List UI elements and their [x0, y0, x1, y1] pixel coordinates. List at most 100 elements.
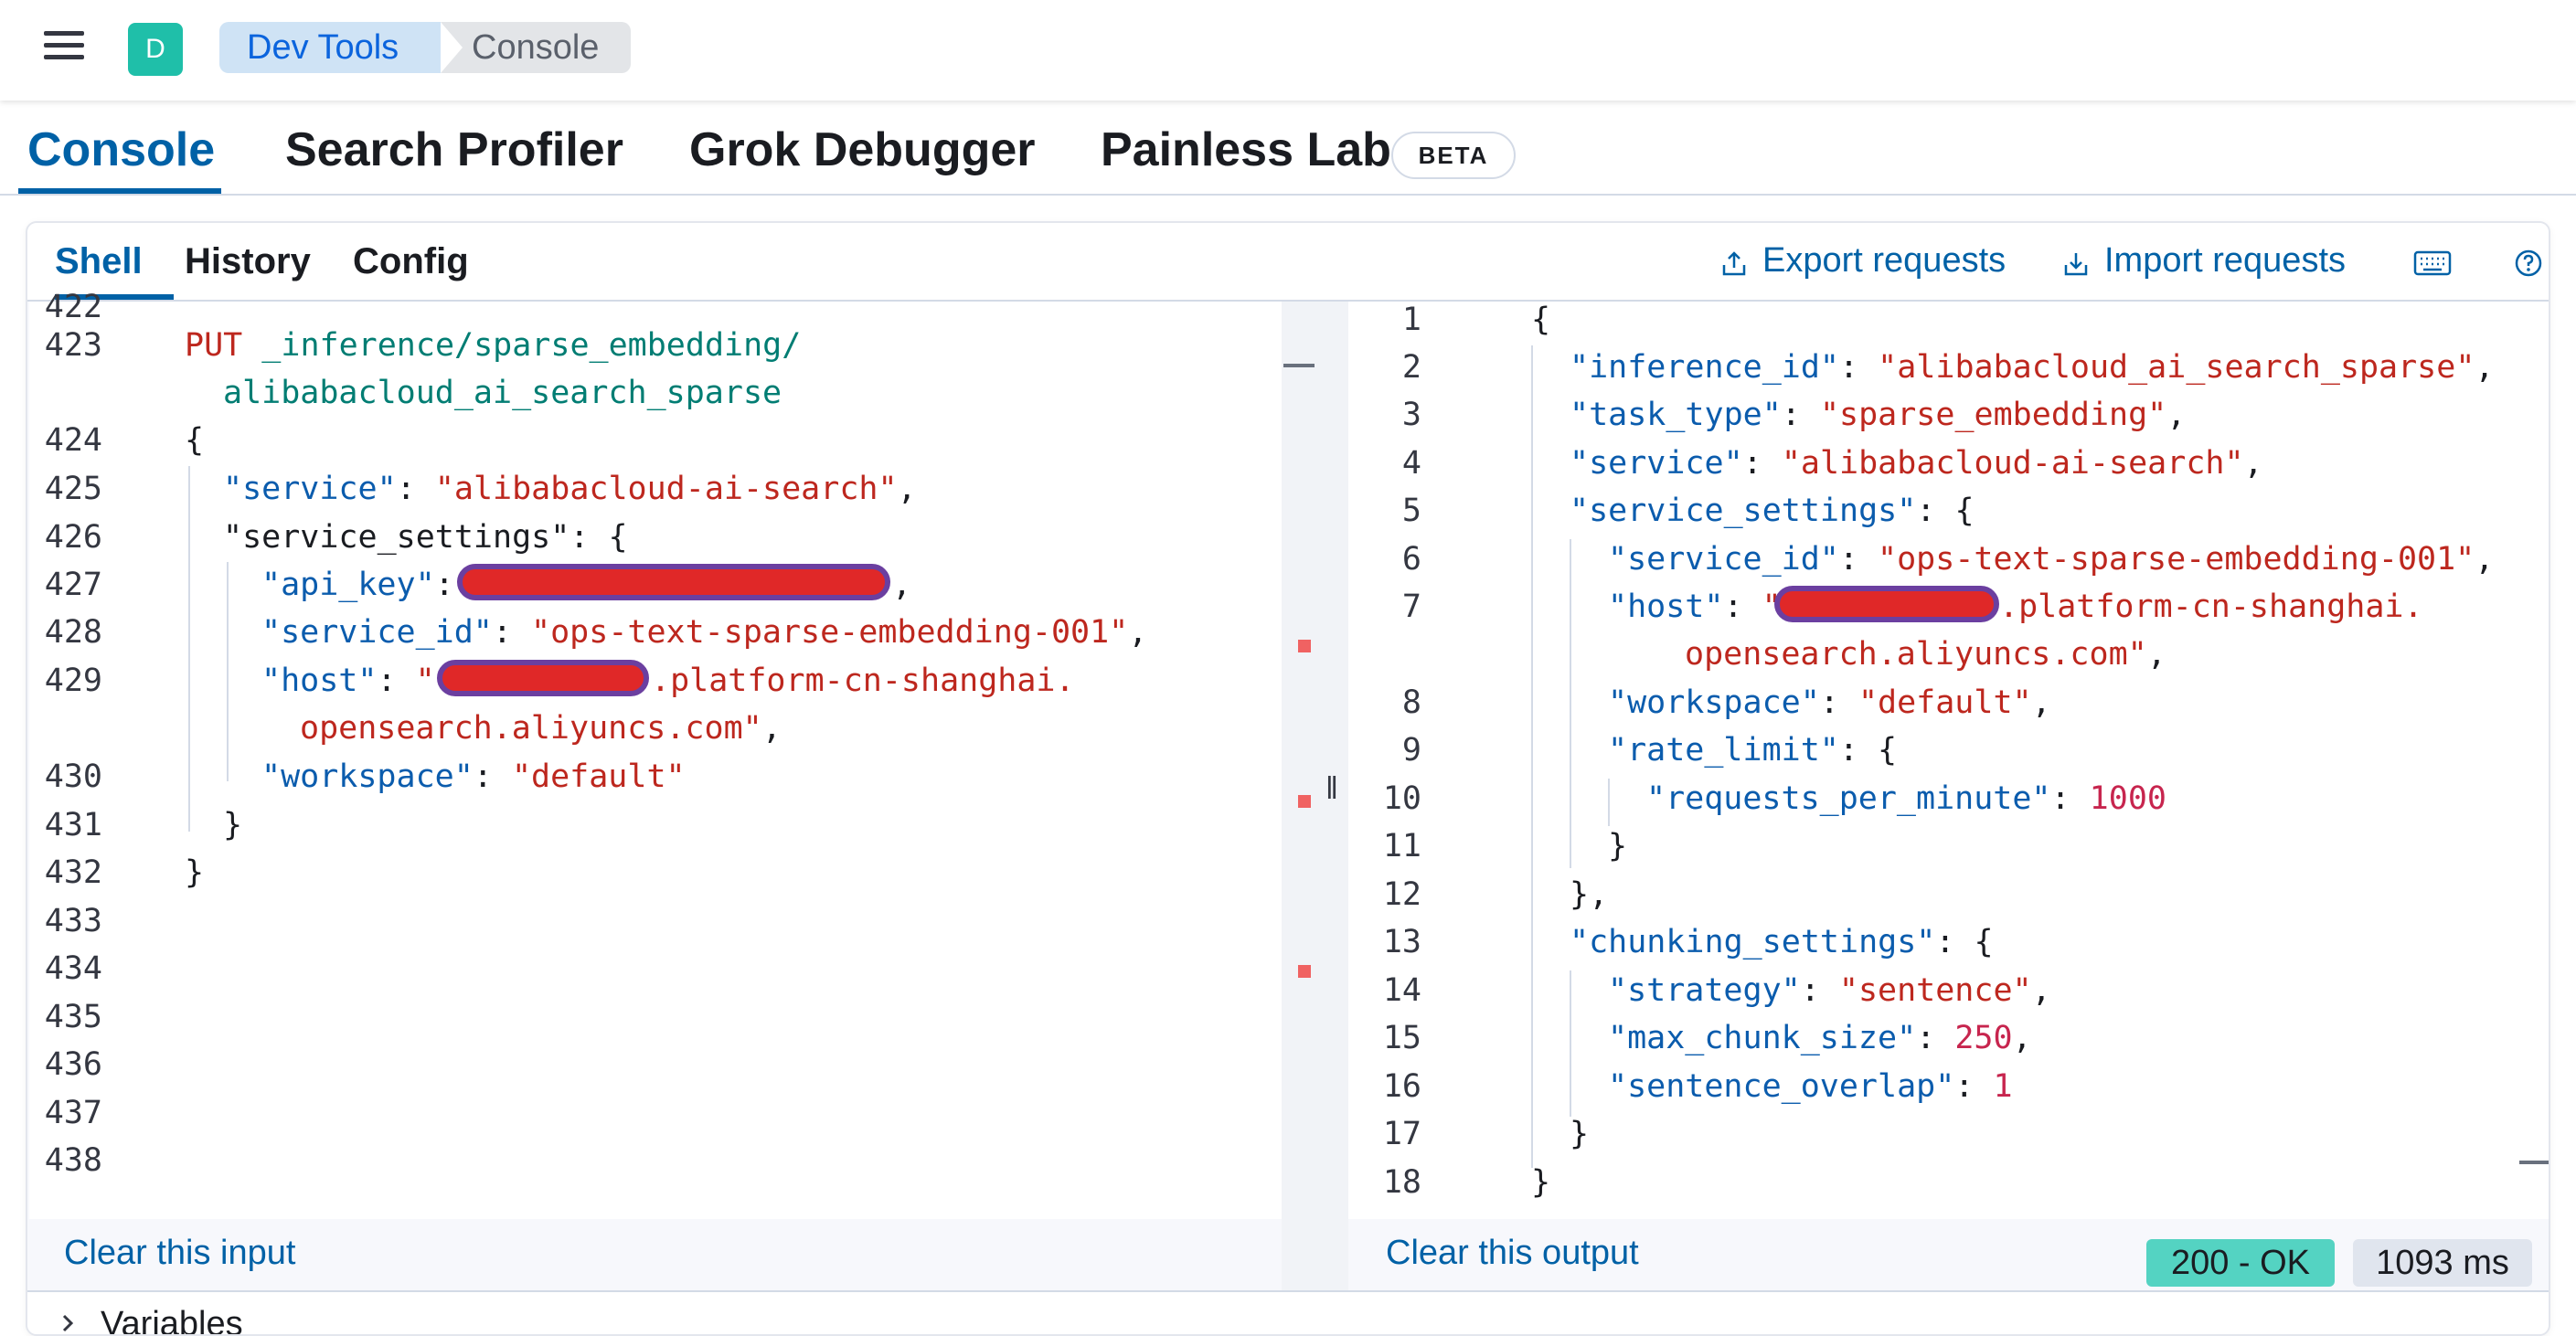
line-number: 9	[1401, 732, 1421, 769]
code-line: "inference_id": "alibabacloud_ai_search_…	[1570, 349, 2495, 386]
code-line: }	[185, 854, 205, 891]
tab-shell[interactable]: Shell	[55, 241, 143, 282]
console-panel: Shell History Config Export requests Imp…	[26, 221, 2550, 1336]
indent-guide	[1608, 779, 1610, 826]
line-number: 12	[1382, 876, 1421, 913]
code-line: "requests_per_minute": 1000	[1646, 780, 2166, 817]
code-line: "rate_limit": {	[1608, 732, 1898, 769]
code-line: "max_chunk_size": 250,	[1608, 1020, 2032, 1056]
resize-handle-icon[interactable]: ‖	[1325, 771, 1338, 807]
line-number: 7	[1401, 588, 1421, 625]
top-header: D Dev Tools Console	[0, 0, 2576, 101]
line-number: 8	[1401, 684, 1421, 721]
line-number: 424	[44, 422, 102, 459]
code-line: {	[185, 422, 205, 459]
tab-grok-debugger[interactable]: Grok Debugger	[689, 122, 1036, 177]
breadcrumb-console: Console	[441, 22, 631, 73]
line-number: 18	[1382, 1164, 1421, 1201]
code-line: .platform-cn-shanghai.	[651, 663, 1075, 699]
breadcrumb-dev-tools[interactable]: Dev Tools	[219, 22, 463, 73]
indent-guide	[1531, 345, 1533, 1168]
code-line: "strategy": "sentence",	[1608, 972, 2051, 1009]
line-number: 423	[44, 327, 102, 364]
indent-guide	[1570, 539, 1571, 868]
line-number: 11	[1382, 828, 1421, 864]
code-line: ,	[892, 567, 912, 603]
clear-input-button[interactable]: Clear this input	[64, 1234, 295, 1273]
line-number: 438	[44, 1142, 102, 1179]
line-number: 427	[44, 567, 102, 603]
editor-splitter[interactable]	[1282, 302, 1348, 1334]
code-line: "sentence_overlap": 1	[1608, 1068, 2013, 1105]
clear-output-button[interactable]: Clear this output	[1386, 1234, 1639, 1273]
request-line: PUT _inference/sparse_embedding/	[185, 327, 802, 364]
code-line: },	[1570, 876, 1609, 913]
line-number: 432	[44, 854, 102, 891]
line-number: 430	[44, 758, 102, 795]
space-avatar[interactable]: D	[128, 23, 183, 76]
import-icon[interactable]	[2062, 250, 2090, 278]
line-number: 6	[1401, 541, 1421, 578]
error-marker	[1298, 965, 1311, 978]
code-line: "host": "	[261, 663, 435, 699]
line-number: 15	[1382, 1020, 1421, 1056]
tab-config[interactable]: Config	[353, 241, 469, 282]
code-line: }	[223, 807, 243, 843]
line-number: 2	[1401, 349, 1421, 386]
beta-badge: BETA	[1391, 132, 1516, 179]
export-icon[interactable]	[1720, 250, 1748, 278]
code-line: }	[1531, 1164, 1551, 1201]
code-line: "service": "alibabacloud-ai-search",	[223, 471, 917, 507]
line-number: 10	[1382, 780, 1421, 817]
menu-icon[interactable]	[44, 31, 84, 64]
line-number: 17	[1382, 1116, 1421, 1152]
tab-console[interactable]: Console	[27, 122, 215, 177]
indent-guide	[188, 466, 190, 832]
error-marker	[1298, 640, 1311, 652]
export-requests-button[interactable]: Export requests	[1762, 241, 2006, 281]
line-number: 434	[44, 950, 102, 987]
line-number: 437	[44, 1095, 102, 1131]
line-number: 3	[1401, 397, 1421, 433]
line-number: 1	[1401, 302, 1421, 338]
tab-painless-lab[interactable]: Painless Lab	[1101, 122, 1391, 177]
code-line: "service": "alibabacloud-ai-search",	[1570, 445, 2263, 482]
line-number: 428	[44, 614, 102, 651]
code-line: "workspace": "default"	[261, 758, 686, 795]
code-line: "task_type": "sparse_embedding",	[1570, 397, 2187, 433]
response-viewer: 1 2 3 4 5 6 7 8 9 10 11 12 13 14 15 16 1…	[1348, 302, 2549, 1219]
chevron-right-icon[interactable]	[57, 1312, 79, 1334]
duration-badge: 1093 ms	[2353, 1239, 2532, 1287]
code-line: {	[1531, 302, 1551, 338]
code-line: .platform-cn-shanghai.	[1999, 588, 2423, 625]
error-marker	[1298, 795, 1311, 808]
code-line: "api_key":	[261, 567, 454, 603]
line-number: 422	[44, 289, 102, 325]
variables-label[interactable]: Variables	[101, 1305, 243, 1334]
indent-guide	[1570, 970, 1571, 1117]
tab-search-profiler[interactable]: Search Profiler	[285, 122, 623, 177]
line-number: 5	[1401, 493, 1421, 529]
request-editor[interactable]: 422 423 424 425 426 427 428 429 430 431 …	[29, 289, 1282, 1219]
tab-history[interactable]: History	[185, 241, 311, 282]
keyboard-icon[interactable]	[2413, 249, 2452, 278]
redaction-mark	[437, 660, 649, 696]
line-number: 16	[1382, 1068, 1421, 1105]
console-toolbar: Shell History Config Export requests Imp…	[27, 223, 2549, 302]
redaction-mark	[1774, 586, 1999, 622]
editor-footer: Clear this input Clear this output 200 -…	[27, 1219, 2549, 1287]
redaction-mark	[457, 564, 890, 600]
variables-bar[interactable]: Variables	[27, 1290, 2549, 1334]
line-number: 14	[1382, 972, 1421, 1009]
code-line: "service_settings": {	[223, 519, 628, 556]
input-scroll-thumb[interactable]	[1283, 364, 1315, 367]
help-icon[interactable]	[2514, 249, 2543, 278]
line-number: 425	[44, 471, 102, 507]
line-number: 426	[44, 519, 102, 556]
output-scroll-thumb[interactable]	[2519, 1161, 2549, 1164]
code-line: "host": "	[1608, 588, 1782, 625]
line-number: 13	[1382, 924, 1421, 960]
request-path-cont: alibabacloud_ai_search_sparse	[223, 375, 782, 411]
code-line: opensearch.aliyuncs.com",	[1685, 636, 2166, 673]
import-requests-button[interactable]: Import requests	[2104, 241, 2346, 281]
